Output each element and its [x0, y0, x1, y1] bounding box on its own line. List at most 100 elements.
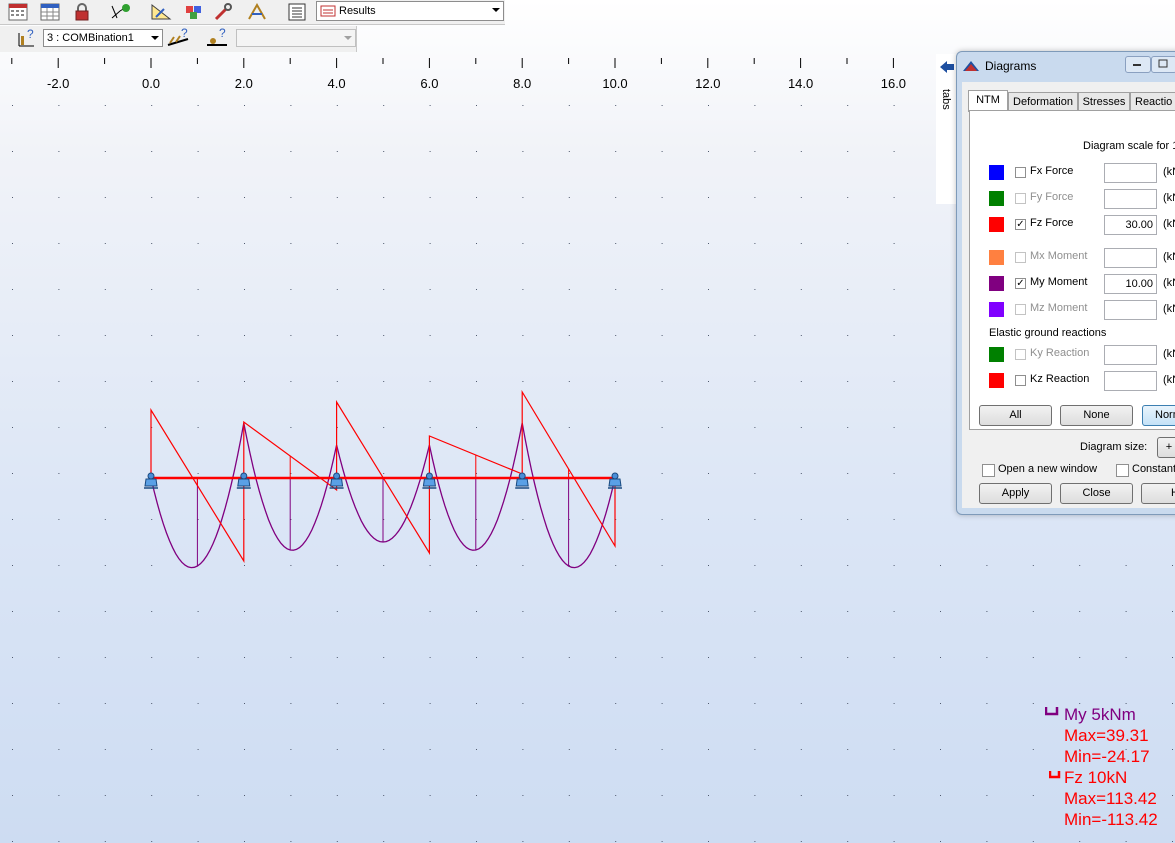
grid-dot	[429, 335, 431, 336]
support-icon[interactable]	[515, 472, 530, 489]
tools-icon[interactable]	[211, 1, 237, 23]
normal-button[interactable]: Norm	[1142, 405, 1175, 426]
my-moment-diagram	[150, 422, 616, 569]
grid-dot	[1079, 565, 1081, 566]
grid-dot	[12, 151, 13, 152]
grid-dot	[893, 611, 895, 612]
support-icon[interactable]	[329, 472, 344, 489]
grid-dot	[568, 795, 570, 796]
grid-dot	[429, 611, 431, 612]
grid-dot	[58, 795, 60, 796]
tabs-side-strip[interactable]: tabs	[936, 54, 958, 204]
grid-dot	[522, 657, 524, 658]
tab-deformation[interactable]: Deformation	[1008, 92, 1078, 111]
open-new-window-checkbox[interactable]	[982, 464, 995, 477]
help-button[interactable]: H	[1141, 483, 1175, 504]
tab-stresses-label: Stresses	[1082, 96, 1126, 108]
grid-dot	[522, 841, 524, 842]
grid-dot	[476, 795, 477, 796]
grid-dot	[336, 749, 338, 750]
fy-checkbox[interactable]	[1015, 193, 1026, 204]
grid-dot	[104, 657, 106, 658]
mz-checkbox[interactable]	[1015, 304, 1026, 315]
results-combo[interactable]: Results	[316, 1, 504, 21]
model-icon[interactable]	[181, 1, 207, 23]
grid-dot	[336, 151, 338, 152]
grid-dot	[754, 519, 756, 520]
restore-button[interactable]	[1151, 56, 1175, 73]
load-case-toolbar: ? 3 : COMBination1 ? ?	[0, 26, 357, 52]
grid-dot	[104, 243, 106, 244]
minimize-icon	[1133, 64, 1141, 66]
constant-label: Constant	[1132, 463, 1175, 475]
constant-checkbox[interactable]	[1116, 464, 1129, 477]
tab-stresses[interactable]: Stresses	[1078, 92, 1130, 111]
minimize-button[interactable]	[1125, 56, 1151, 73]
grid-dot	[708, 427, 709, 428]
none-button[interactable]: None	[1060, 405, 1133, 426]
tab-reactions[interactable]: Reactio	[1130, 92, 1175, 111]
apply-button[interactable]: Apply	[979, 483, 1052, 504]
support-icon[interactable]	[144, 472, 158, 489]
all-button[interactable]: All	[979, 405, 1052, 426]
mz-scale-input[interactable]	[1104, 300, 1157, 320]
grid-dot	[12, 841, 13, 842]
grid-dot	[476, 427, 477, 428]
svg-text:?: ?	[181, 27, 188, 40]
diagrams-app-icon	[963, 61, 979, 71]
ky-scale-input[interactable]	[1104, 345, 1157, 365]
grid-dot	[754, 151, 756, 152]
grid-dot	[615, 427, 617, 428]
grid-dot	[58, 335, 60, 336]
close-button[interactable]: Close	[1060, 483, 1133, 504]
lock-icon[interactable]	[69, 1, 95, 23]
arrow-left-icon[interactable]	[939, 60, 955, 74]
fz-scale-input[interactable]: 30.00	[1104, 215, 1157, 235]
close-button-label: Close	[1082, 487, 1111, 499]
fy-label: Fy Force	[1030, 191, 1074, 203]
support-icon[interactable]	[608, 472, 622, 489]
fy-scale-input[interactable]	[1104, 189, 1157, 209]
grid-dot	[568, 427, 570, 428]
grid-dot	[244, 243, 245, 244]
node-select-icon[interactable]	[107, 1, 133, 23]
support-help-icon[interactable]: ?	[205, 27, 231, 49]
report-icon[interactable]	[284, 1, 310, 23]
my-checkbox[interactable]: ✓	[1015, 278, 1026, 289]
load-case-combo[interactable]: 3 : COMBination1	[43, 29, 163, 47]
calculator-icon[interactable]	[5, 1, 31, 23]
grid-dot	[336, 381, 338, 382]
grid-dot	[754, 795, 756, 796]
ky-checkbox[interactable]	[1015, 349, 1026, 360]
tab-ntm[interactable]: NTM	[968, 90, 1008, 112]
grid-dot	[383, 427, 385, 428]
grid-dot	[1032, 657, 1034, 658]
support-icon[interactable]	[422, 472, 437, 489]
fz-legend-icon	[1049, 771, 1061, 779]
load-diagram-help-icon[interactable]: ?	[166, 27, 192, 49]
load-case-help-icon[interactable]: ?	[14, 27, 40, 49]
diagram-size-label: Diagram size:	[1080, 441, 1148, 453]
drawing-icon[interactable]	[244, 1, 270, 23]
kz-checkbox[interactable]	[1015, 375, 1026, 386]
geometry-icon[interactable]	[148, 1, 174, 23]
fx-scale-input[interactable]	[1104, 163, 1157, 183]
support-icon[interactable]	[236, 472, 251, 489]
grid-dot	[893, 197, 895, 198]
grid-dot	[336, 335, 338, 336]
grid-dot	[197, 289, 199, 290]
fz-checkbox[interactable]: ✓	[1015, 219, 1026, 230]
grid-dot	[151, 381, 153, 382]
diagram-size-plus-button[interactable]: +	[1157, 437, 1175, 458]
tab-deformation-label: Deformation	[1013, 96, 1073, 108]
my-scale-input[interactable]: 10.00	[1104, 274, 1157, 294]
mx-checkbox[interactable]	[1015, 252, 1026, 263]
mx-scale-input[interactable]	[1104, 248, 1157, 268]
grid-dot	[429, 197, 431, 198]
kz-scale-input[interactable]	[1104, 371, 1157, 391]
fx-checkbox[interactable]	[1015, 167, 1026, 178]
table-icon[interactable]	[37, 1, 63, 23]
grid-dot	[383, 289, 385, 290]
grid-dot	[661, 151, 663, 152]
grid-dot	[151, 795, 153, 796]
